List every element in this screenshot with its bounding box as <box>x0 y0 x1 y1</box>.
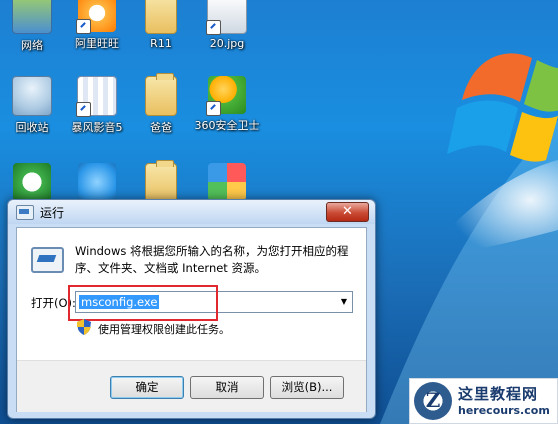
run-dialog-titlebar[interactable]: 运行 ✕ <box>8 200 375 224</box>
desktop-icon-label: 爸爸 <box>150 121 172 134</box>
shortcut-arrow-icon <box>206 20 221 35</box>
shortcut-arrow-icon <box>76 19 91 34</box>
folder-icon <box>145 73 177 116</box>
desktop-icon-aliwangwang[interactable]: 阿里旺旺 <box>62 0 132 51</box>
highlight-annotation <box>68 285 218 321</box>
site-logo-letter: Z <box>425 388 441 412</box>
desktop-icon-r11[interactable]: R11 <box>126 0 196 50</box>
chevron-down-icon[interactable]: ▼ <box>336 292 352 312</box>
desktop-icon-label: 暴风影音5 <box>71 121 123 134</box>
run-program-icon <box>31 247 64 273</box>
desktop-icon-network[interactable]: 网络 <box>0 0 67 53</box>
run-window-icon <box>16 205 34 220</box>
desktop-icon-baofeng[interactable]: 暴风影音5 <box>62 76 132 135</box>
desktop-icon-label: 回收站 <box>15 121 49 134</box>
run-dialog: 运行 ✕ Windows 将根据您所输入的名称，为您打开相应的程序、文件夹、文档… <box>7 199 376 419</box>
aliwangwang-icon <box>76 0 116 34</box>
recycle-bin-icon <box>12 76 52 116</box>
windows-logo <box>447 53 558 162</box>
shortcut-arrow-icon <box>206 101 221 116</box>
folder-icon <box>145 0 177 34</box>
close-button[interactable]: ✕ <box>326 202 369 222</box>
desktop-icon-bird-app[interactable] <box>62 163 132 204</box>
browse-button[interactable]: 浏览(B)... <box>270 376 344 399</box>
browser-e-icon <box>13 163 51 201</box>
bird-app-icon <box>78 163 116 201</box>
desktop-icon-browser[interactable] <box>0 163 67 204</box>
folder-icon <box>145 160 177 203</box>
uac-shield-icon <box>77 319 91 335</box>
desktop-icon-recycle-bin[interactable]: 回收站 <box>0 76 67 135</box>
desktop-icon-flower-app[interactable] <box>192 163 262 204</box>
ok-button[interactable]: 确定 <box>110 376 184 399</box>
video-player-icon <box>76 76 117 117</box>
flower-app-icon <box>208 163 246 201</box>
network-icon <box>12 0 52 34</box>
cancel-button[interactable]: 取消 <box>190 376 264 399</box>
image-file-icon <box>206 0 247 35</box>
site-url: herecours.com <box>458 404 550 417</box>
desktop-icon-label: 阿里旺旺 <box>75 37 119 50</box>
run-description: Windows 将根据您所输入的名称，为您打开相应的程序、文件夹、文档或 Int… <box>75 244 349 275</box>
desktop-icon-baba[interactable]: 爸爸 <box>126 73 196 135</box>
desktop-icon-360[interactable]: 360安全卫士 <box>192 76 262 133</box>
admin-note: 使用管理权限创建此任务。 <box>98 323 230 336</box>
desktop-icon-20jpg[interactable]: 20.jpg <box>192 0 262 50</box>
security-plus-icon <box>206 76 246 116</box>
desktop-icon-label: 20.jpg <box>209 37 245 50</box>
shortcut-arrow-icon <box>76 102 91 117</box>
run-dialog-body: Windows 将根据您所输入的名称，为您打开相应的程序、文件夹、文档或 Int… <box>16 227 367 412</box>
site-logo: Z <box>414 382 452 420</box>
desktop-icon-label: 360安全卫士 <box>194 119 260 132</box>
site-name: 这里教程网 <box>458 385 539 403</box>
site-watermark: Z 这里教程网 herecours.com <box>409 378 558 424</box>
desktop-icon-label: 网络 <box>21 39 43 52</box>
run-dialog-title: 运行 <box>40 206 65 220</box>
desktop-icon-label: R11 <box>150 37 172 50</box>
run-dialog-footer: 确定 取消 浏览(B)... <box>17 360 366 412</box>
